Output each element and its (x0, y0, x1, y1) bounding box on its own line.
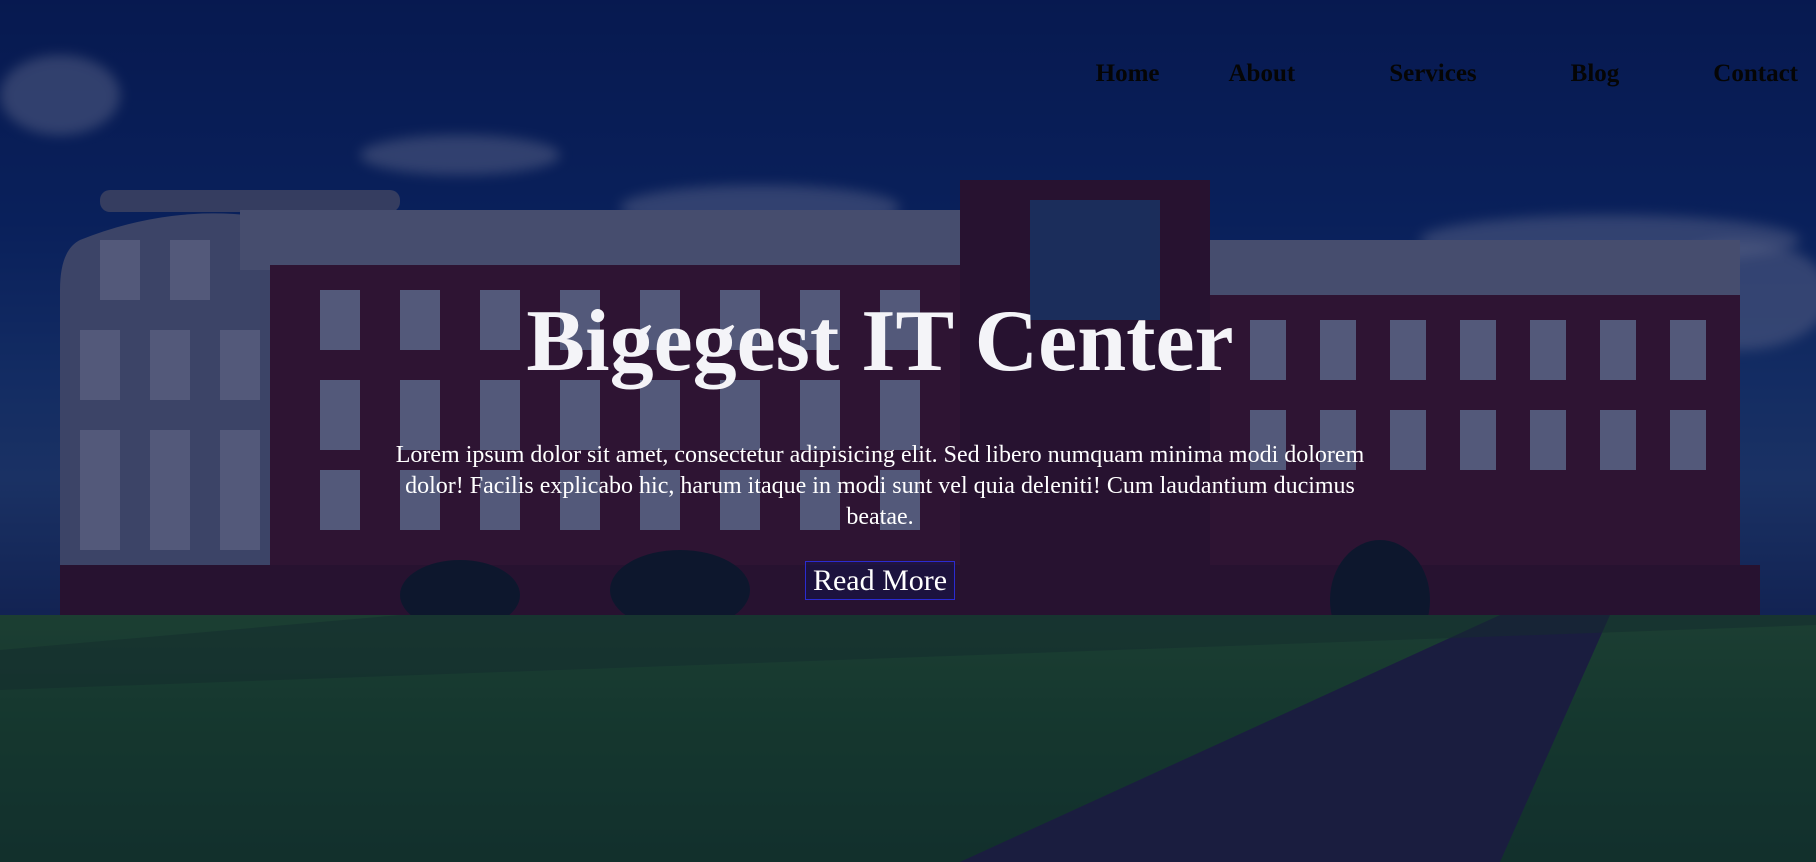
nav-link-services[interactable]: Services (1389, 58, 1476, 90)
read-more-button[interactable]: Read More (805, 561, 955, 600)
hero-description: Lorem ipsum dolor sit amet, consectetur … (395, 442, 1365, 530)
main-navigation: Home About Services Blog Contact (1096, 58, 1798, 90)
nav-link-home[interactable]: Home (1096, 58, 1160, 90)
hero-title: Bigegest IT Center (526, 293, 1234, 390)
dark-overlay (0, 0, 1816, 862)
nav-link-blog[interactable]: Blog (1571, 58, 1620, 90)
nav-link-about[interactable]: About (1229, 58, 1296, 90)
hero-section: Home About Services Blog Contact Bigeges… (0, 0, 1816, 862)
nav-link-contact[interactable]: Contact (1713, 58, 1798, 90)
